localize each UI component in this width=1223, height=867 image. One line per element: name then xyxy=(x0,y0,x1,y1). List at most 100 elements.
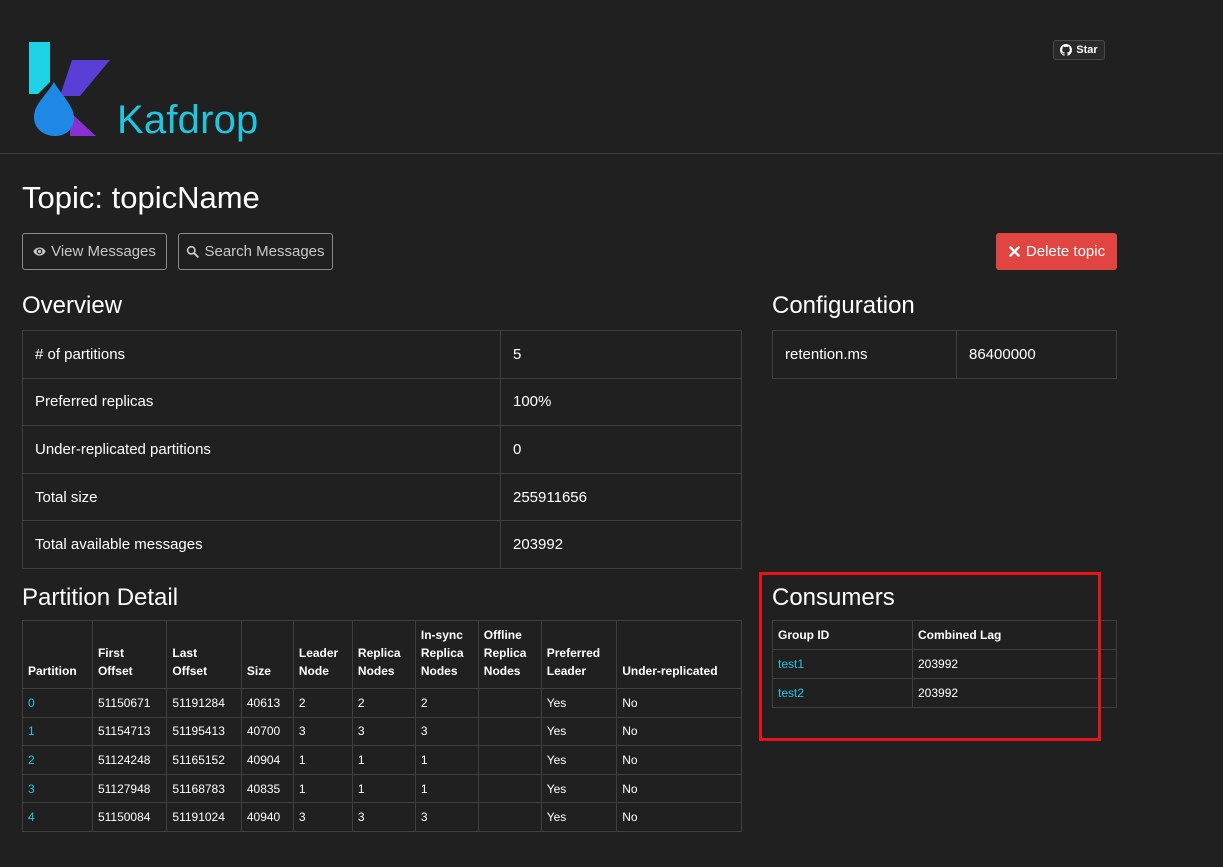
configuration-title: Configuration xyxy=(772,292,915,319)
table-row: 2 51124248 51165152 40904 1 1 1 Yes No xyxy=(22,745,742,775)
size-cell: 40835 xyxy=(240,773,294,804)
in-sync-replica-nodes-cell: 3 xyxy=(414,802,479,832)
overview-value: 5 xyxy=(500,330,742,379)
header: Kafdrop Star xyxy=(0,0,1223,154)
partition-link[interactable]: 4 xyxy=(28,810,35,824)
search-icon xyxy=(187,245,200,258)
column-header-text: Leader xyxy=(298,646,339,660)
github-icon xyxy=(1060,44,1073,56)
view-messages-button[interactable]: View Messages xyxy=(22,233,167,270)
partition-cell: 1 xyxy=(22,716,93,747)
first-offset-cell: 51150671 xyxy=(91,688,168,718)
column-header-text: Replica xyxy=(420,646,464,660)
table-row: # of partitions 5 xyxy=(22,330,742,379)
leader-node-cell: 1 xyxy=(292,773,353,804)
first-offset-cell: 51154713 xyxy=(91,716,168,747)
column-header-size: Size xyxy=(240,620,294,689)
overview-label: Total size xyxy=(22,472,501,522)
column-header-partition: Partition xyxy=(22,620,93,689)
in-sync-replica-nodes-cell: 2 xyxy=(414,688,479,718)
partition-link[interactable]: 2 xyxy=(28,753,35,767)
size-cell: 40700 xyxy=(240,716,294,747)
star-label: Star xyxy=(1076,44,1098,56)
column-header-text: Preferred xyxy=(546,646,601,660)
overview-value: 203992 xyxy=(500,520,742,569)
under-replicated-cell: No xyxy=(616,773,742,804)
table-row: retention.ms 86400000 xyxy=(772,330,1117,379)
overview-label: Total available messages xyxy=(22,520,501,569)
column-header-text: Replica xyxy=(483,646,527,660)
column-header-text: Offline xyxy=(483,628,522,642)
column-header-text: Under-replicated xyxy=(622,664,718,678)
last-offset-cell: 51168783 xyxy=(166,773,242,804)
offline-replica-nodes-cell xyxy=(477,773,542,804)
preferred-leader-cell: Yes xyxy=(540,716,618,747)
last-offset-cell: 51191024 xyxy=(166,802,242,832)
partition-link[interactable]: 3 xyxy=(28,782,35,796)
column-header-offline-replica-nodes: Offline Replica Nodes xyxy=(477,620,542,689)
column-header-text: Size xyxy=(246,664,271,678)
leader-node-cell: 1 xyxy=(292,745,353,775)
search-messages-label: Search Messages xyxy=(204,243,325,260)
column-header-under-replicated: Under-replicated xyxy=(616,620,742,689)
under-replicated-cell: No xyxy=(616,688,742,718)
replica-nodes-cell: 1 xyxy=(351,773,416,804)
table-row: 4 51150084 51191024 40940 3 3 3 Yes No xyxy=(22,802,742,832)
preferred-leader-cell: Yes xyxy=(540,802,618,832)
partition-link[interactable]: 0 xyxy=(28,696,35,710)
table-row: Under-replicated partitions 0 xyxy=(22,425,742,474)
column-header-replica-nodes: Replica Nodes xyxy=(351,620,416,689)
first-offset-cell: 51124248 xyxy=(91,745,168,775)
kafdrop-logo-icon xyxy=(29,42,110,136)
table-header-row: Partition First Offset Last Offset Size Leader… xyxy=(22,620,742,689)
view-messages-label: View Messages xyxy=(51,243,156,260)
in-sync-replica-nodes-cell: 1 xyxy=(414,773,479,804)
offline-replica-nodes-cell xyxy=(477,802,542,832)
configuration-table: retention.ms 86400000 xyxy=(772,330,1117,379)
column-header-text: Leader xyxy=(546,664,587,678)
first-offset-cell: 51150084 xyxy=(91,802,168,832)
column-header-text: Nodes xyxy=(357,664,395,678)
column-header-preferred-leader: Preferred Leader xyxy=(540,620,618,689)
replica-nodes-cell: 3 xyxy=(351,802,416,832)
in-sync-replica-nodes-cell: 1 xyxy=(414,745,479,775)
size-cell: 40613 xyxy=(240,688,294,718)
partition-cell: 0 xyxy=(22,688,93,718)
column-header-text: Last xyxy=(172,646,198,660)
partition-link[interactable]: 1 xyxy=(28,724,35,738)
in-sync-replica-nodes-cell: 3 xyxy=(414,716,479,747)
under-replicated-cell: No xyxy=(616,716,742,747)
last-offset-cell: 51191284 xyxy=(166,688,242,718)
brand-name[interactable]: Kafdrop xyxy=(117,98,259,143)
leader-node-cell: 2 xyxy=(292,688,353,718)
column-header-text: Nodes xyxy=(420,664,458,678)
replica-nodes-cell: 1 xyxy=(351,745,416,775)
under-replicated-cell: No xyxy=(616,745,742,775)
table-row: 1 51154713 51195413 40700 3 3 3 Yes No xyxy=(22,716,742,747)
first-offset-cell: 51127948 xyxy=(91,773,168,804)
search-messages-button[interactable]: Search Messages xyxy=(178,233,333,270)
delete-topic-label: Delete topic xyxy=(1025,243,1106,260)
config-key: retention.ms xyxy=(772,330,957,379)
partition-detail-table: Partition First Offset Last Offset Size Leader… xyxy=(22,620,742,832)
last-offset-cell: 51165152 xyxy=(166,745,242,775)
table-row: Total available messages 203992 xyxy=(22,520,742,569)
column-header-text: Replica xyxy=(357,646,401,660)
overview-value: 100% xyxy=(500,377,742,427)
leader-node-cell: 3 xyxy=(292,716,353,747)
table-row: 0 51150671 51191284 40613 2 2 2 Yes No xyxy=(22,688,742,718)
offline-replica-nodes-cell xyxy=(477,688,542,718)
eye-icon xyxy=(33,247,46,256)
delete-topic-button[interactable]: Delete topic xyxy=(996,233,1117,270)
overview-label: Preferred replicas xyxy=(22,377,501,427)
column-header-in-sync-replica-nodes: In-sync Replica Nodes xyxy=(414,620,479,689)
last-offset-cell: 51195413 xyxy=(166,716,242,747)
overview-label: # of partitions xyxy=(22,330,501,379)
column-header-text: Offset xyxy=(172,664,208,678)
github-star-button[interactable]: Star xyxy=(1053,40,1105,60)
config-value: 86400000 xyxy=(956,330,1117,379)
partition-cell: 2 xyxy=(22,745,93,775)
offline-replica-nodes-cell xyxy=(477,745,542,775)
overview-title: Overview xyxy=(22,292,123,319)
column-header-last-offset: Last Offset xyxy=(166,620,242,689)
